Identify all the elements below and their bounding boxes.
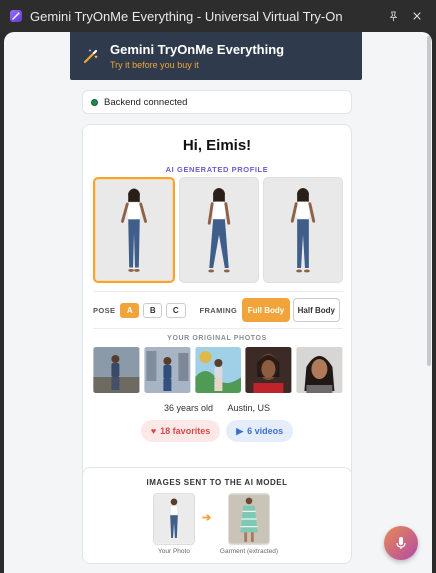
- pose-label: POSE: [93, 305, 116, 315]
- pose-a-button[interactable]: A: [120, 302, 140, 318]
- profile-image-pose-c[interactable]: [263, 177, 343, 283]
- divider: [93, 328, 343, 329]
- microphone-icon: [396, 537, 406, 549]
- heart-icon: ♥: [150, 426, 157, 436]
- profile-image-pose-a[interactable]: [93, 177, 175, 283]
- location-text: Austin, US: [227, 403, 271, 413]
- profile-card: Hi, Eimis! AI GENERATED PROFILE POSE A B…: [82, 124, 352, 479]
- scrollbar[interactable]: [426, 32, 432, 573]
- status-dot-icon: [91, 98, 98, 106]
- wand-icon: [10, 10, 22, 22]
- window-title: Gemini TryOnMe Everything - Universal Vi…: [30, 8, 343, 24]
- scrollbar-thumb[interactable]: [427, 36, 431, 366]
- pose-framing-controls: POSE A B C FRAMING Full Body Half Body: [93, 297, 343, 323]
- play-icon: ▶: [236, 425, 244, 436]
- app-window: Gemini TryOnMe Everything Try it before …: [4, 32, 432, 573]
- original-photo[interactable]: [245, 347, 292, 393]
- greeting: Hi, Eimis!: [182, 137, 252, 154]
- pose-b-button[interactable]: B: [143, 302, 163, 318]
- original-photo[interactable]: [144, 347, 191, 393]
- garment-thumbnail[interactable]: [228, 493, 270, 545]
- original-photos: [93, 347, 343, 393]
- divider: [93, 291, 343, 292]
- backend-status: Backend connected: [82, 90, 352, 114]
- model-inputs-title: IMAGES SENT TO THE AI MODEL: [146, 478, 288, 487]
- ai-profile-label: AI GENERATED PROFILE: [165, 165, 269, 174]
- age-text: 36 years old: [163, 403, 213, 413]
- garment-caption: Garment (extracted): [219, 548, 279, 555]
- window-titlebar: Gemini TryOnMe Everything - Universal Vi…: [0, 0, 436, 32]
- your-photo-thumbnail[interactable]: [153, 493, 195, 545]
- microphone-button[interactable]: [384, 526, 418, 560]
- app-title: Gemini TryOnMe Everything: [110, 41, 285, 57]
- status-text: Backend connected: [104, 96, 188, 108]
- original-photo[interactable]: [194, 347, 242, 393]
- videos-chip[interactable]: ▶ 6 videos: [226, 420, 294, 442]
- your-photo-caption: Your Photo: [158, 548, 190, 555]
- arrow-right-icon: ➔: [202, 512, 212, 524]
- app-header: Gemini TryOnMe Everything Try it before …: [70, 32, 362, 80]
- half-body-button[interactable]: Half Body: [292, 298, 341, 322]
- close-icon[interactable]: [408, 7, 426, 25]
- profile-stats: ♥ 18 favorites ▶ 6 videos: [83, 420, 351, 442]
- original-photo[interactable]: [93, 347, 140, 393]
- model-inputs-card: IMAGES SENT TO THE AI MODEL ➔ Your Photo…: [82, 467, 352, 564]
- videos-count: 6 videos: [247, 426, 284, 436]
- ai-profile-images: [93, 177, 343, 283]
- favorites-chip[interactable]: ♥ 18 favorites: [140, 420, 221, 442]
- favorites-count: 18 favorites: [160, 426, 211, 436]
- framing-label: FRAMING: [199, 305, 238, 315]
- pin-icon[interactable]: [384, 7, 402, 25]
- full-body-button[interactable]: Full Body: [242, 298, 290, 322]
- original-photos-label: YOUR ORIGINAL PHOTOS: [167, 335, 267, 342]
- original-photo[interactable]: [296, 347, 343, 393]
- app-subtitle: Try it before you buy it: [110, 59, 199, 70]
- pose-c-button[interactable]: C: [166, 302, 186, 318]
- profile-meta: 36 years old Austin, US: [83, 403, 351, 413]
- magic-wand-icon: [83, 49, 98, 64]
- profile-image-pose-b[interactable]: [179, 177, 259, 283]
